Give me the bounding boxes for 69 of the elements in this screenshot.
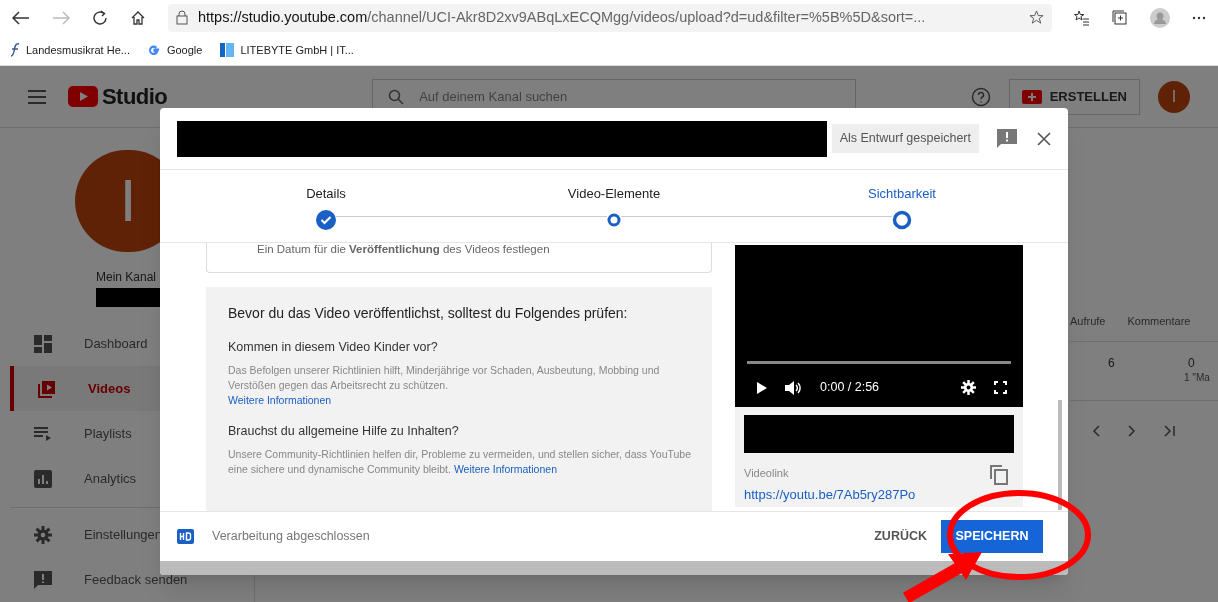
script-logo-icon (10, 43, 20, 57)
bookmark-link[interactable]: LITEBYTE GmbH | IT... (240, 41, 354, 59)
back-button[interactable]: ZURÜCK (866, 520, 935, 553)
hd-icon (177, 529, 194, 544)
step-tab[interactable]: Details (306, 184, 346, 204)
settings-icon (34, 525, 52, 544)
sidebar-item[interactable]: Feedback senden (10, 557, 254, 602)
step-ring-icon (892, 209, 912, 230)
studio-logo-text: Studio (102, 83, 168, 111)
play-logo-icon (68, 86, 98, 107)
video-link[interactable]: https://youtu.be/7Ab5ry287Po (744, 484, 990, 504)
favorites-icon[interactable] (1074, 9, 1090, 26)
chevron-right-icon[interactable] (1128, 424, 1136, 437)
schedule-text: Ein Datum für die Veröffentlichung des Videos festlegen (257, 243, 550, 257)
check-circle-icon (316, 209, 336, 230)
step-tab[interactable]: Video-Elemente (567, 184, 661, 204)
dashboard-icon (34, 334, 52, 353)
menu-icon[interactable] (28, 89, 46, 104)
draft-status-badge: Als Entwurf gespeichert (831, 124, 979, 153)
chevron-left-icon[interactable] (1092, 424, 1100, 437)
letter-logo-icon (147, 43, 161, 57)
section-text: Unsere Community-Richtlinien helfen dir, Probleme zu vermeiden, und stellen sicher, dass YouTube eine sichere und dynamische Community bleibt. Weitere Informationen (228, 446, 693, 477)
section-heading: Brauchst du allgemeine Hilfe zu Inhalten? (228, 422, 460, 440)
bar-chart-icon (34, 469, 52, 488)
star-icon[interactable] (1029, 10, 1044, 25)
bookmark-link[interactable]: Google (166, 41, 203, 59)
more-info-link[interactable]: Weitere Informationen (453, 462, 557, 475)
table-cell-text: 0 (1188, 355, 1195, 372)
bars-logo-icon (220, 43, 235, 57)
collections-icon[interactable] (1112, 9, 1128, 26)
column-header[interactable]: Kommentare (1127, 313, 1191, 330)
copy-icon[interactable] (990, 465, 1008, 485)
last-page-icon[interactable] (1164, 424, 1176, 437)
step-tab[interactable]: Sichtbarkeit (868, 184, 936, 204)
close-icon[interactable] (1037, 131, 1051, 146)
table-cell-text: 1 "Ma (1184, 371, 1210, 385)
channel-label: Mein Kanal (96, 268, 158, 286)
address-bar[interactable]: https://studio.youtube.com/channel/UCI-Akr8D2xv9ABqLxECQMgg/videos/upload?d=ud&filter=%5B%5D&sort=... (168, 3, 1052, 32)
more-icon[interactable] (1192, 15, 1206, 20)
feedback-icon (34, 570, 52, 589)
column-header[interactable]: Aufrufe (1070, 313, 1106, 330)
reload-icon[interactable] (92, 9, 108, 26)
settings-icon[interactable] (961, 380, 976, 396)
account-avatar[interactable]: I (1158, 80, 1190, 113)
time-display: 0:00 / 2:56 (820, 379, 880, 397)
processing-status: Verarbeitung abgeschlossen (212, 528, 370, 546)
playlist-icon (34, 426, 52, 441)
profile-avatar-icon[interactable] (1150, 7, 1170, 28)
bookmark-link[interactable]: Landesmusikrat He... (26, 41, 130, 59)
play-icon[interactable] (757, 381, 767, 394)
progress-track[interactable] (747, 361, 1011, 365)
video-library-icon (38, 379, 56, 398)
section-heading: Kommen in diesem Video Kinder vor? (228, 339, 439, 357)
video-plus-icon (1021, 89, 1042, 104)
home-icon[interactable] (130, 9, 146, 26)
feedback-icon[interactable] (997, 129, 1017, 148)
back-arrow-icon[interactable] (12, 10, 30, 25)
scrollbar-thumb[interactable] (1058, 400, 1062, 510)
table-cell-text: 6 (1108, 355, 1115, 372)
fullscreen-icon[interactable] (994, 381, 1007, 395)
url-text: https://studio.youtube.com/channel/UCI-Akr8D2xv9ABqLxECQMgg/videos/upload?d=ud&filter=%5B%5D&sort=... (198, 7, 926, 27)
help-icon[interactable] (970, 86, 991, 107)
video-player[interactable]: 0:00 / 2:56 (735, 245, 1023, 407)
video-link-label: Videolink (744, 466, 790, 481)
volume-icon[interactable] (785, 380, 802, 395)
search-icon (388, 88, 405, 105)
save-button[interactable]: SPEICHERN (941, 520, 1043, 553)
checklist-title: Bevor du das Video veröffentlichst, solltest du Folgendes prüfen: (228, 304, 629, 324)
lock-icon (176, 10, 188, 25)
